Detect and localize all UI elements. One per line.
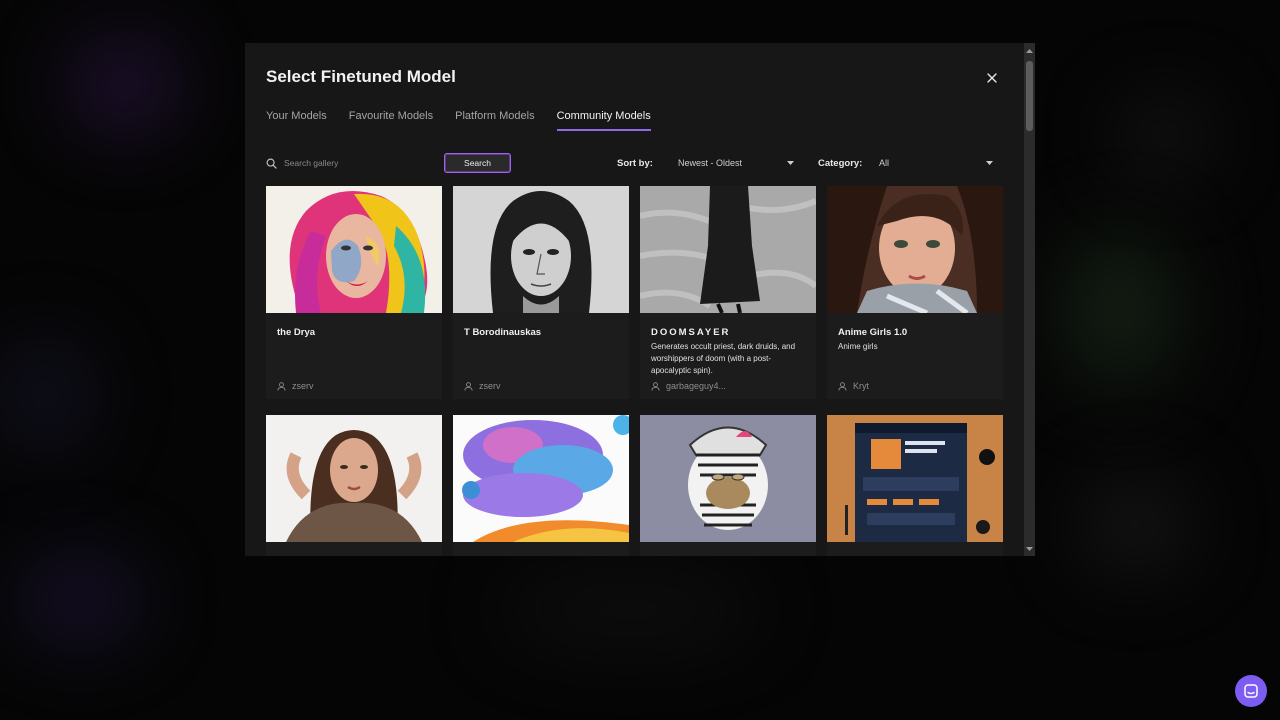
model-thumbnail [827, 186, 1003, 313]
model-author: zserv [464, 381, 501, 391]
model-card[interactable] [266, 415, 442, 556]
model-thumbnail [453, 186, 629, 313]
author-name: Kryt [853, 381, 870, 391]
model-title: T Borodinauskas [464, 327, 542, 338]
model-card-t-borodinauskas[interactable]: T Borodinauskas zserv [453, 186, 629, 399]
category-value: All [879, 158, 890, 168]
modal-title: Select Finetuned Model [266, 67, 456, 86]
tab-your-models[interactable]: Your Models [266, 110, 327, 131]
sort-label: Sort by: [617, 158, 653, 169]
model-card[interactable] [640, 415, 816, 556]
model-author: Kryt [838, 381, 869, 391]
model-thumbnail [827, 415, 1003, 542]
caret-down-icon [986, 161, 993, 165]
category-dropdown[interactable]: All [879, 153, 993, 173]
model-title: Anime Girls 1.0 [838, 327, 908, 338]
model-thumbnail [266, 415, 442, 542]
model-card-doomsayer[interactable]: DOOMSAYER Generates occult priest, dark … [640, 186, 816, 399]
scrollbar-thumb[interactable] [1026, 61, 1033, 131]
caret-down-icon [787, 161, 794, 165]
model-thumbnail [640, 415, 816, 542]
model-tabs: Your Models Favourite Models Platform Mo… [266, 110, 673, 131]
close-button[interactable] [983, 69, 1001, 87]
tab-platform-models[interactable]: Platform Models [455, 110, 534, 131]
model-title: DOOMSAYER [651, 327, 731, 338]
tab-favourite-models[interactable]: Favourite Models [349, 110, 433, 131]
search-box [266, 153, 436, 173]
author-name: zserv [292, 381, 314, 391]
model-card-anime-girls[interactable]: Anime Girls 1.0 Anime girls Kryt [827, 186, 1003, 399]
sort-value: Newest - Oldest [678, 158, 743, 168]
scroll-down-arrow-icon[interactable] [1024, 545, 1035, 553]
search-input[interactable] [282, 157, 436, 169]
model-author: garbageguy4... [651, 381, 726, 391]
model-thumbnail [640, 186, 816, 313]
user-icon [838, 381, 847, 391]
select-model-modal: Select Finetuned Model Your Models Favou… [245, 43, 1035, 556]
model-thumbnail [453, 415, 629, 542]
search-icon [266, 158, 277, 169]
model-description: Anime girls [838, 342, 878, 351]
user-icon [651, 381, 660, 391]
chat-support-button[interactable] [1235, 675, 1267, 707]
chat-icon [1244, 684, 1258, 698]
category-label: Category: [818, 158, 863, 169]
model-card[interactable] [453, 415, 629, 556]
sort-dropdown[interactable]: Newest - Oldest [678, 153, 794, 173]
model-thumbnail [266, 186, 442, 313]
author-name: zserv [479, 381, 501, 391]
model-card[interactable] [827, 415, 1003, 556]
model-title: the Drya [277, 327, 316, 338]
user-icon [464, 381, 473, 391]
scroll-up-arrow-icon[interactable] [1024, 47, 1035, 55]
model-description: Generates occult priest, dark druids, an… [651, 342, 796, 375]
tab-community-models[interactable]: Community Models [556, 110, 651, 131]
model-card-the-drya[interactable]: the Drya zserv [266, 186, 442, 399]
search-button[interactable]: Search [444, 153, 511, 173]
close-icon [987, 73, 997, 83]
user-icon [277, 381, 286, 391]
model-author: zserv [277, 381, 314, 391]
author-name: garbageguy4... [666, 381, 727, 391]
modal-scrollbar[interactable] [1024, 43, 1035, 556]
